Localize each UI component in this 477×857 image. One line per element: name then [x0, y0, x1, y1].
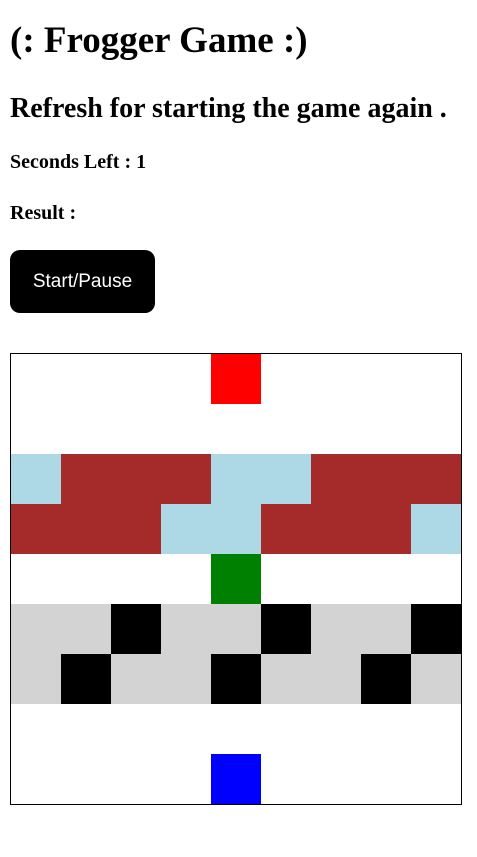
car-cell — [61, 654, 111, 704]
seconds-left-row: Seconds Left : 1 — [10, 150, 146, 174]
empty-cell — [11, 554, 61, 604]
empty-cell — [161, 354, 211, 404]
road-cell — [61, 604, 111, 654]
empty-cell — [361, 754, 411, 804]
road-cell — [361, 604, 411, 654]
start-pause-button[interactable]: Start/Pause — [10, 250, 155, 313]
empty-cell — [361, 354, 411, 404]
empty-cell — [361, 704, 411, 754]
log-cell — [311, 454, 361, 504]
empty-cell — [111, 554, 161, 604]
empty-cell — [261, 404, 311, 454]
river-cell — [411, 504, 461, 554]
starting-block — [211, 754, 261, 804]
page-subtitle: Refresh for starting the game again . — [10, 93, 447, 124]
car-cell — [361, 654, 411, 704]
car-cell — [261, 604, 311, 654]
seconds-left-label: Seconds Left : — [10, 151, 137, 173]
empty-cell — [261, 704, 311, 754]
game-board — [10, 353, 462, 805]
result-label: Result : — [10, 202, 77, 224]
road-cell — [311, 604, 361, 654]
empty-cell — [11, 354, 61, 404]
log-cell — [311, 504, 361, 554]
empty-cell — [311, 754, 361, 804]
empty-cell — [61, 554, 111, 604]
road-cell — [211, 604, 261, 654]
road-cell — [311, 654, 361, 704]
river-cell — [161, 504, 211, 554]
river-cell — [261, 454, 311, 504]
log-cell — [361, 454, 411, 504]
empty-cell — [411, 404, 461, 454]
log-cell — [361, 504, 411, 554]
river-cell — [211, 504, 261, 554]
empty-cell — [111, 354, 161, 404]
road-cell — [261, 654, 311, 704]
log-cell — [11, 504, 61, 554]
car-cell — [111, 604, 161, 654]
river-cell — [11, 454, 61, 504]
empty-cell — [11, 754, 61, 804]
road-cell — [111, 654, 161, 704]
empty-cell — [111, 754, 161, 804]
empty-cell — [61, 354, 111, 404]
empty-cell — [411, 754, 461, 804]
empty-cell — [311, 554, 361, 604]
seconds-left-value: 1 — [136, 151, 147, 173]
road-cell — [411, 654, 461, 704]
empty-cell — [61, 704, 111, 754]
empty-cell — [161, 554, 211, 604]
log-cell — [161, 454, 211, 504]
empty-cell — [161, 704, 211, 754]
empty-cell — [11, 704, 61, 754]
log-cell — [111, 454, 161, 504]
empty-cell — [211, 404, 261, 454]
empty-cell — [211, 704, 261, 754]
empty-cell — [61, 404, 111, 454]
empty-cell — [311, 404, 361, 454]
log-cell — [61, 454, 111, 504]
empty-cell — [361, 404, 411, 454]
log-cell — [61, 504, 111, 554]
car-cell — [411, 604, 461, 654]
empty-cell — [111, 404, 161, 454]
empty-cell — [261, 354, 311, 404]
ending-block — [211, 354, 261, 404]
log-cell — [261, 504, 311, 554]
empty-cell — [11, 404, 61, 454]
empty-cell — [61, 754, 111, 804]
empty-cell — [261, 754, 311, 804]
river-cell — [211, 454, 261, 504]
empty-cell — [111, 704, 161, 754]
empty-cell — [311, 354, 361, 404]
frog — [211, 554, 261, 604]
log-cell — [111, 504, 161, 554]
empty-cell — [411, 704, 461, 754]
car-cell — [211, 654, 261, 704]
empty-cell — [161, 404, 211, 454]
empty-cell — [311, 704, 361, 754]
empty-cell — [411, 554, 461, 604]
result-row: Result : — [10, 201, 76, 225]
empty-cell — [361, 554, 411, 604]
empty-cell — [261, 554, 311, 604]
road-cell — [11, 604, 61, 654]
log-cell — [411, 454, 461, 504]
road-cell — [161, 654, 211, 704]
empty-cell — [411, 354, 461, 404]
road-cell — [11, 654, 61, 704]
page-title: (: Frogger Game :) — [10, 20, 308, 61]
empty-cell — [161, 754, 211, 804]
road-cell — [161, 604, 211, 654]
